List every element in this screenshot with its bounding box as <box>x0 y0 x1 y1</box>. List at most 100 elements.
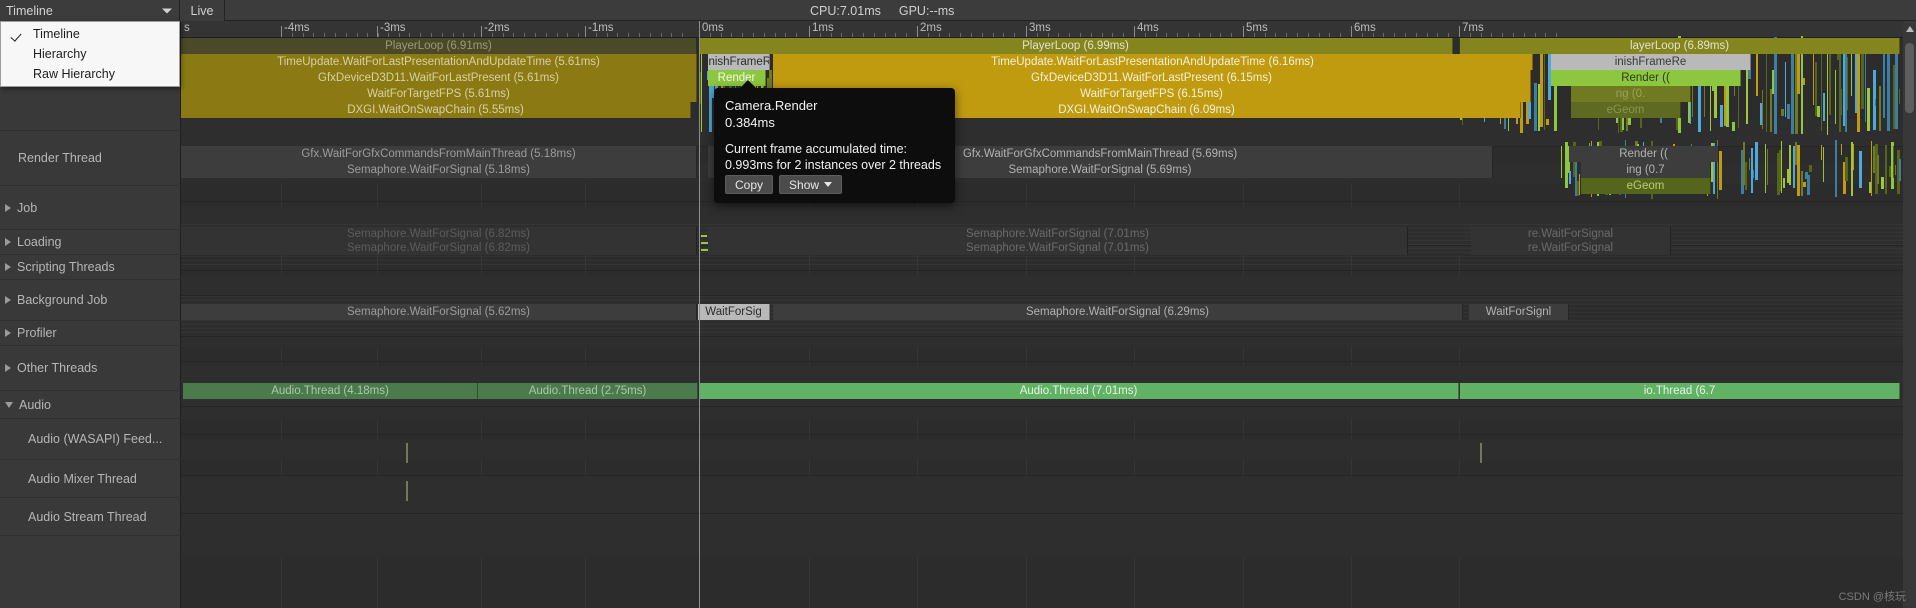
timeline-bar[interactable]: eGeom <box>1581 178 1711 194</box>
ruler-tick-minor <box>895 33 897 37</box>
ruler-label: 7ms <box>1462 22 1484 34</box>
triangle-right-icon[interactable] <box>5 203 11 212</box>
playhead-marker <box>699 21 700 608</box>
timeline-bar[interactable]: PlayerLoop (6.91ms) <box>181 38 697 54</box>
timeline-bar[interactable]: TimeUpdate.WaitForLastPresentationAndUpd… <box>773 54 1533 70</box>
ruler-label: 4ms <box>1137 22 1159 34</box>
time-ruler[interactable]: s -4ms -3ms -2ms -1ms 0ms 1ms 2ms 3ms 4ms 5ms 6ms 7m… <box>181 21 1916 38</box>
sidebar-row-profiler[interactable]: Profiler <box>0 321 181 346</box>
ruler-tick-minor <box>1101 33 1103 37</box>
ruler-tick-minor <box>545 33 547 37</box>
view-mode-dropdown[interactable]: Timeline <box>0 0 180 21</box>
live-button[interactable]: Live <box>180 0 225 21</box>
timeline-bar[interactable]: Render <box>708 70 766 86</box>
triangle-right-icon[interactable] <box>5 238 11 246</box>
ruler-label: -1ms <box>588 22 614 34</box>
ruler-tick-minor <box>567 33 569 37</box>
ruler-tick-minor <box>1209 33 1211 37</box>
timeline-bar[interactable]: Audio.Thread (2.75ms) <box>478 383 698 399</box>
sidebar-row-label: Profiler <box>17 326 57 340</box>
ruler-label: 3ms <box>1029 22 1051 34</box>
triangle-right-icon[interactable] <box>5 263 11 271</box>
timeline-sample-marker <box>406 443 408 463</box>
timeline-bar[interactable]: Semaphore.WaitForSignal (6.29ms) <box>773 304 1463 320</box>
scroll-up-icon[interactable] <box>1906 26 1914 32</box>
scrollbar-thumb[interactable] <box>1905 43 1914 113</box>
timeline-bar[interactable]: TimeUpdate.WaitForLastPresentationAndUpd… <box>181 54 697 70</box>
timeline-bar[interactable]: WaitForTargetFPS (5.61ms) <box>181 86 697 102</box>
timeline-row-loading-row-1: Semaphore.WaitForSignal (6.82ms) Semaphor… <box>181 227 1916 241</box>
thread-list-sidebar: Render Thread Job Loading Scripting Threads… <box>0 21 181 608</box>
view-mode-menu[interactable]: Timeline Hierarchy Raw Hierarchy <box>0 21 180 87</box>
ruler-tick-minor <box>1534 33 1536 37</box>
ruler-label: -3ms <box>380 22 406 34</box>
timeline-bar[interactable]: GfxDeviceD3D11.WaitForLastPresent (6.15m… <box>773 70 1531 86</box>
ruler-tick-minor <box>1297 33 1298 37</box>
timeline-bar[interactable]: DXGI.WaitOnSwapChain (5.55ms) <box>181 102 691 118</box>
ruler-tick-minor <box>1405 33 1406 37</box>
timeline-bar[interactable]: io.Thread (6.7 <box>1460 383 1900 399</box>
sample-tooltip: Camera.Render 0.384ms Current frame accu… <box>714 80 955 203</box>
ruler-tick-minor <box>1437 33 1439 37</box>
sidebar-row-scripting-threads[interactable]: Scripting Threads <box>0 255 181 280</box>
timeline-bar[interactable]: GfxDeviceD3D11.WaitForLastPresent (5.61m… <box>181 70 697 86</box>
ruler-tick-minor <box>873 33 875 37</box>
timeline-bar[interactable]: Render (( <box>1569 146 1719 162</box>
timeline-bar[interactable]: Audio.Thread (7.01ms) <box>699 383 1459 399</box>
menu-item-timeline[interactable]: Timeline <box>1 24 179 44</box>
copy-button[interactable]: Copy <box>725 175 774 194</box>
timeline-bar[interactable]: Gfx.WaitForGfxCommandsFromMainThread (5.… <box>181 146 697 162</box>
timeline-bar[interactable]: inishFrameRe <box>1551 54 1751 70</box>
sidebar-row-background-job[interactable]: Background Job <box>0 280 181 321</box>
ruler-tick-minor <box>356 33 358 37</box>
sidebar-row-loading[interactable]: Loading <box>0 230 181 255</box>
sidebar-row-render-thread[interactable]: Render Thread <box>0 131 181 186</box>
timeline-stripe <box>181 332 1916 333</box>
ruler-label: -2ms <box>484 22 510 34</box>
ruler-tick-minor <box>753 33 754 37</box>
timeline-bar[interactable]: layerLoop (6.89ms) <box>1460 38 1900 54</box>
sidebar-row-audio[interactable]: Audio <box>0 391 181 419</box>
timeline-bar[interactable]: eGeom <box>1571 102 1681 118</box>
sidebar-row-other-threads[interactable]: Other Threads <box>0 346 181 391</box>
timeline-bar[interactable]: Semaphore.WaitForSignal (6.82ms) <box>181 241 697 255</box>
triangle-right-icon[interactable] <box>5 296 11 304</box>
sidebar-row-job[interactable]: Job <box>0 186 181 230</box>
timeline-row-separator <box>181 406 1916 407</box>
menu-item-hierarchy[interactable]: Hierarchy <box>1 44 179 64</box>
ruler-tick-minor <box>1112 33 1114 37</box>
timeline-bar[interactable]: re.WaitForSignal <box>1471 241 1671 255</box>
sidebar-row-audio-mixer-thread[interactable]: Audio Mixer Thread <box>0 460 181 498</box>
timeline-bar[interactable]: PlayerLoop (6.99ms) <box>699 38 1453 54</box>
timeline-bar[interactable]: Semaphore.WaitForSignal (7.01ms) <box>708 241 1408 255</box>
timeline-bar[interactable]: Semaphore.WaitForSignal (5.62ms) <box>181 304 697 320</box>
triangle-down-icon[interactable] <box>5 401 13 408</box>
timeline-bar[interactable]: WaitForSignl <box>1469 304 1569 320</box>
ruler-tick-minor <box>1080 33 1081 37</box>
timeline-row-main-playerloop: PlayerLoop (6.91ms) PlayerLoop (6.99ms) la… <box>181 38 1916 54</box>
ruler-tick-minor <box>682 33 684 37</box>
timeline-bar[interactable]: Semaphore.WaitForSignal (6.82ms) <box>181 227 697 241</box>
timeline-bar[interactable]: re.WaitForSignal <box>1471 227 1671 241</box>
timeline-bar[interactable]: WaitForSig <box>698 304 770 320</box>
vertical-scrollbar[interactable] <box>1903 21 1916 608</box>
timeline-row-main-gfxdevice: GfxDeviceD3D11.WaitForLastPresent (5.61m… <box>181 70 1916 86</box>
triangle-right-icon[interactable] <box>5 364 11 372</box>
timeline-bar[interactable]: ng (0. <box>1571 86 1691 102</box>
ruler-label: -4ms <box>284 22 310 34</box>
timeline-bar[interactable]: Render (( <box>1551 70 1741 86</box>
sidebar-row-label: Audio Mixer Thread <box>28 471 137 486</box>
timeline-bar[interactable]: Semaphore.WaitForSignal (5.18ms) <box>181 162 697 178</box>
timeline-bar[interactable]: inishFrameR <box>708 54 770 70</box>
show-button[interactable]: Show <box>779 175 843 194</box>
ruler-tick-minor <box>884 33 886 37</box>
timeline-bar[interactable]: ing (0.7 <box>1581 162 1711 178</box>
timeline-bar[interactable]: Semaphore.WaitForSignal (7.01ms) <box>708 227 1408 241</box>
sidebar-row-audio-wasapi-feed[interactable]: Audio (WASAPI) Feed... <box>0 419 181 460</box>
menu-item-raw-hierarchy[interactable]: Raw Hierarchy <box>1 64 179 84</box>
sidebar-row-audio-stream-thread[interactable]: Audio Stream Thread <box>0 498 181 536</box>
triangle-right-icon[interactable] <box>5 329 11 337</box>
timeline-bar[interactable]: Audio.Thread (4.18ms) <box>183 383 478 399</box>
timeline-canvas[interactable]: s -4ms -3ms -2ms -1ms 0ms 1ms 2ms 3ms 4ms 5ms 6ms 7m… <box>181 21 1916 608</box>
timeline-sample-block <box>1546 118 1549 126</box>
